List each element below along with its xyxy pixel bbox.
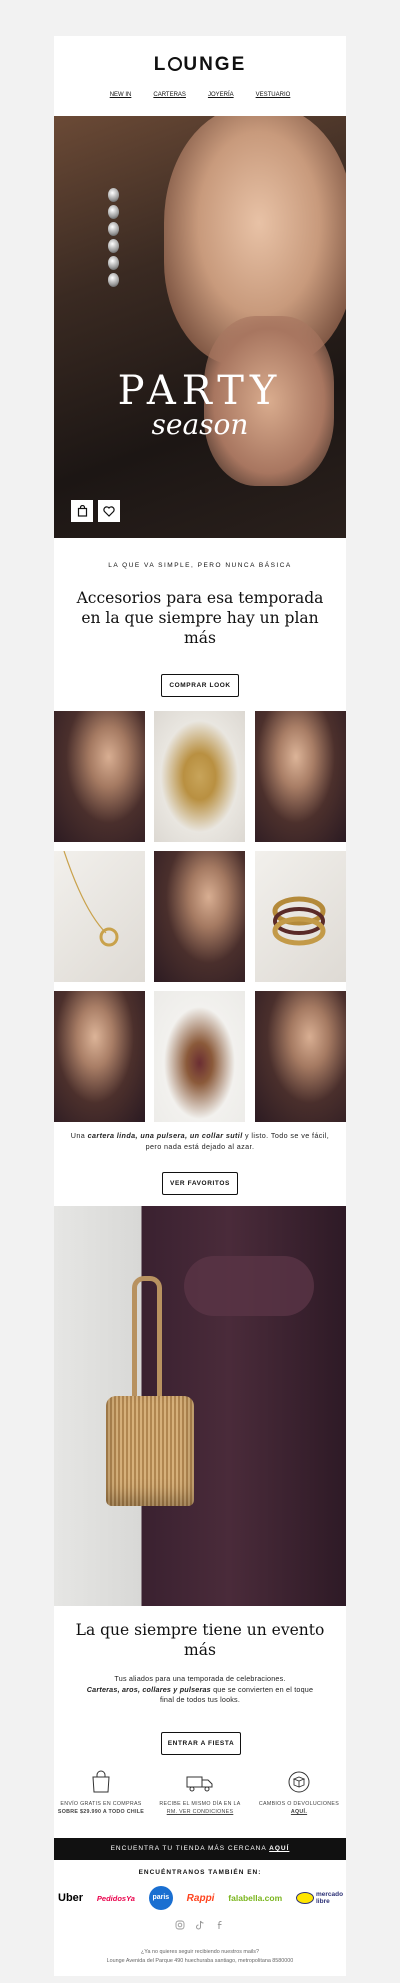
model-arm [184, 1256, 314, 1316]
instagram-icon[interactable] [175, 1920, 185, 1930]
company-address: Lounge Avenida del Parque 490 huechuraba… [106, 1958, 294, 1964]
heart-icon [103, 505, 115, 517]
delivery-truck-icon [186, 1776, 213, 1792]
product-tile-bracelets[interactable] [255, 851, 346, 982]
comprar-look-button[interactable]: COMPRAR LOOK [161, 674, 239, 697]
nav-vestuario[interactable]: VESTUARIO [256, 92, 291, 98]
brand-mercadolibre-label: mercado libre [316, 1891, 344, 1905]
store-locator-bar[interactable]: ENCUENTRA TU TIENDA MÁS CERCANA AQUÍ [54, 1838, 346, 1860]
kicker-text: LA QUE VA SIMPLE, PERO NUNCA BÁSICA [108, 562, 292, 569]
product-tile-model-drop-earring[interactable] [54, 991, 145, 1122]
grid-caption: Una cartera linda, una pulsera, un colla… [70, 1131, 330, 1151]
brand-mercadolibre[interactable]: mercado libre [296, 1891, 344, 1905]
bag-handle [132, 1276, 162, 1401]
brand-paris-label: paris [152, 1894, 170, 1901]
tiktok-icon[interactable] [195, 1920, 205, 1930]
entrar-a-fiesta-button[interactable]: ENTRAR A FIESTA [161, 1732, 241, 1755]
intro-headline: Accesorios para esa temporada en la que … [76, 589, 324, 647]
partner-brands: Uber PedidosYa paris Rappi falabella.com… [58, 1886, 344, 1910]
product-tile-model-earring-2[interactable] [255, 711, 346, 842]
fringe-bag [106, 1396, 194, 1506]
brand-pedidosya[interactable]: PedidosYa [97, 1894, 135, 1903]
main-nav: NEW IN CARTERAS JOYERÍA VESTUARIO [54, 92, 346, 98]
facebook-icon[interactable] [215, 1920, 225, 1930]
ver-favoritos-button[interactable]: VER FAVORITOS [162, 1172, 238, 1195]
product-tile-model-hoop-earring[interactable] [255, 991, 346, 1122]
feature-same-day: RECIBE EL MISMO DÍA EN LA RM. VER CONDIC… [155, 1770, 245, 1816]
also-find-us-label: ENCUÉNTRANOS TAMBIÉN EN: [138, 1869, 262, 1876]
handshake-icon [296, 1892, 314, 1904]
brand-paris[interactable]: paris [148, 1886, 173, 1910]
feature-text: RECIBE EL MISMO DÍA EN LA [159, 1801, 241, 1807]
footer: ¿Ya no quieres seguir recibiendo nuestro… [54, 1948, 346, 1966]
bracelet-icon [272, 896, 326, 946]
ver-condiciones-link[interactable]: RM. VER CONDICIONES [155, 1808, 245, 1816]
store-link[interactable]: AQUÍ [269, 1845, 289, 1852]
handbag-photo[interactable] [54, 1206, 346, 1606]
hero-cart-button[interactable] [71, 500, 93, 522]
social-links [54, 1920, 346, 1930]
hero-favorite-button[interactable] [98, 500, 120, 522]
email-container: L UNGE NEW IN CARTERAS JOYERÍA VESTUARIO … [54, 36, 346, 1976]
necklace-icon [63, 851, 119, 947]
brand-falabella[interactable]: falabella.com [228, 1893, 282, 1903]
product-tile-earrings[interactable] [154, 711, 245, 842]
shopping-bag-icon [92, 1770, 110, 1793]
section2-headline: La que siempre tiene un evento más [75, 1621, 325, 1659]
hero-image[interactable]: PARTY season [54, 116, 346, 538]
earring-image [106, 188, 120, 308]
returns-box-icon [288, 1771, 310, 1793]
lounge-logo[interactable]: L UNGE [54, 54, 346, 76]
feature-text-bold: SOBRE $29.990 A TODO CHILE [57, 1809, 145, 1815]
hero-subtitle: season [151, 408, 249, 441]
feature-text: ENVÍO GRATIS EN COMPRAS [60, 1801, 142, 1807]
feature-returns: CAMBIOS O DEVOLUCIONES AQUÍ. [254, 1770, 344, 1816]
feature-free-shipping: ENVÍO GRATIS EN COMPRAS SOBRE $29.990 A … [56, 1770, 146, 1816]
nav-carteras[interactable]: CARTERAS [153, 92, 186, 98]
unsubscribe-link[interactable]: ¿Ya no quieres seguir recibiendo nuestro… [54, 1948, 346, 1957]
brand-uber[interactable]: Uber [58, 1892, 83, 1904]
shopping-bag-icon [77, 505, 87, 517]
section2-body: Tus aliados para una temporada de celebr… [86, 1674, 314, 1704]
product-tile-necklace[interactable] [54, 851, 145, 982]
nav-new-in[interactable]: NEW IN [110, 92, 132, 98]
nav-joyeria[interactable]: JOYERÍA [208, 92, 234, 98]
product-tile-model-flower-earring[interactable] [154, 851, 245, 982]
product-tile-model-earring[interactable] [54, 711, 145, 842]
returns-link[interactable]: AQUÍ. [254, 1808, 344, 1816]
brand-rappi[interactable]: Rappi [187, 1893, 215, 1904]
feature-text: CAMBIOS O DEVOLUCIONES [258, 1801, 340, 1807]
product-tile-beaded-necklace[interactable] [154, 991, 245, 1122]
